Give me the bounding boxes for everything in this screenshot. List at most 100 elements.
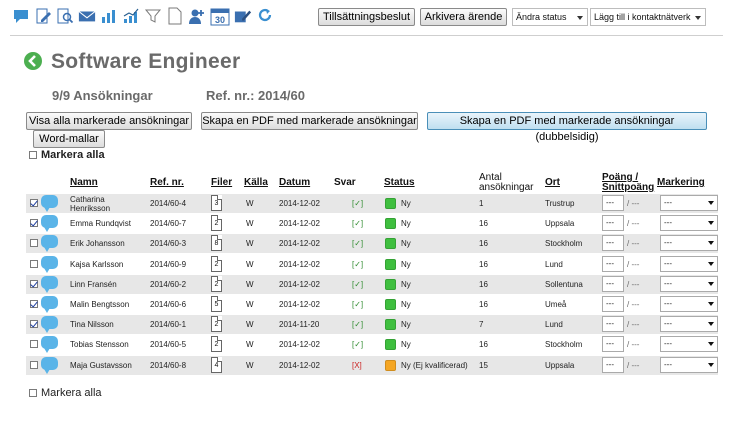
edit-document-icon[interactable] bbox=[34, 6, 52, 26]
marking-select[interactable]: --- bbox=[660, 356, 718, 373]
column-marking[interactable]: Markering bbox=[657, 177, 705, 188]
mark-all-top[interactable]: Markera alla bbox=[29, 149, 105, 161]
table-row[interactable]: Linn Fransén 2014/60-2 2 W 2014-12-02 [✓] Ny 16… bbox=[26, 274, 718, 294]
applicant-name[interactable]: Catharina Henriksson bbox=[70, 194, 145, 213]
mark-all-bottom[interactable]: Markera alla bbox=[29, 387, 102, 399]
points-input[interactable]: --- bbox=[602, 316, 624, 333]
file-icon[interactable]: 2 bbox=[211, 316, 222, 333]
file-icon[interactable]: 4 bbox=[211, 356, 222, 373]
table-row[interactable]: Catharina Henriksson 2014/60-4 3 W 2014-12-0… bbox=[26, 194, 718, 213]
column-files[interactable]: Filer bbox=[211, 177, 232, 188]
points-input[interactable]: --- bbox=[602, 275, 624, 292]
marking-select[interactable]: --- bbox=[660, 275, 718, 292]
row-checkbox[interactable] bbox=[30, 259, 38, 268]
word-templates-button[interactable]: Word-mallar bbox=[33, 130, 105, 148]
show-marked-button[interactable]: Visa alla markerade ansökningar bbox=[26, 112, 192, 130]
message-bubble-icon[interactable] bbox=[41, 356, 58, 374]
applicant-name[interactable]: Tina Nilsson bbox=[70, 315, 145, 334]
marking-select[interactable]: --- bbox=[660, 255, 718, 272]
mark-all-checkbox[interactable] bbox=[29, 151, 37, 159]
applicant-name[interactable]: Maja Gustavsson bbox=[70, 356, 145, 375]
applicant-name[interactable]: Tobias Stensson bbox=[70, 335, 145, 354]
row-checkbox[interactable] bbox=[30, 340, 38, 349]
bar-chart-icon[interactable] bbox=[100, 6, 118, 26]
marking-select[interactable]: --- bbox=[660, 215, 718, 232]
column-source[interactable]: Källa bbox=[244, 177, 268, 188]
applicant-name[interactable]: Kajsa Karlsson bbox=[70, 255, 145, 274]
archive-button[interactable]: Arkivera ärende bbox=[420, 8, 507, 26]
line-chart-icon[interactable] bbox=[122, 6, 140, 26]
message-bubble-icon[interactable] bbox=[41, 275, 58, 293]
create-pdf-button[interactable]: Skapa en PDF med markerade ansökningar bbox=[201, 112, 418, 130]
search-document-icon[interactable] bbox=[56, 6, 74, 26]
calendar-icon[interactable]: 30 bbox=[210, 6, 230, 26]
applicant-name[interactable]: Malin Bengtsson bbox=[70, 295, 145, 314]
message-bubble-icon[interactable] bbox=[41, 336, 58, 354]
marking-select[interactable]: --- bbox=[660, 235, 718, 252]
row-checkbox[interactable] bbox=[30, 320, 38, 329]
row-checkbox[interactable] bbox=[30, 360, 38, 369]
create-pdf-duplex-button[interactable]: Skapa en PDF med markerade ansökningar (… bbox=[427, 112, 707, 143]
column-city[interactable]: Ort bbox=[545, 177, 560, 188]
funnel-icon[interactable] bbox=[144, 6, 162, 26]
marking-select[interactable]: --- bbox=[660, 296, 718, 312]
points-input[interactable]: --- bbox=[602, 235, 624, 252]
blank-document-icon[interactable] bbox=[166, 6, 184, 26]
edit-icon[interactable] bbox=[234, 6, 252, 26]
column-ref[interactable]: Ref. nr. bbox=[150, 177, 184, 188]
row-checkbox[interactable] bbox=[30, 300, 38, 308]
marking-select[interactable]: --- bbox=[660, 316, 718, 333]
chat-icon[interactable] bbox=[12, 6, 30, 26]
row-checkbox[interactable] bbox=[30, 199, 38, 207]
table-row[interactable]: Tina Nilsson 2014/60-1 2 W 2014-11-20 [✓] Ny 7 L… bbox=[26, 315, 718, 335]
marking-select[interactable]: --- bbox=[660, 336, 718, 353]
message-bubble-icon[interactable] bbox=[41, 215, 58, 233]
points-input[interactable]: --- bbox=[602, 195, 624, 211]
table-row[interactable]: Kajsa Karlsson 2014/60-9 2 W 2014-12-02 [✓] Ny… bbox=[26, 255, 718, 274]
message-bubble-icon[interactable] bbox=[41, 255, 58, 273]
file-icon[interactable]: 2 bbox=[211, 255, 222, 272]
points-input[interactable]: --- bbox=[602, 296, 624, 312]
back-arrow-icon[interactable] bbox=[24, 52, 42, 70]
decision-button[interactable]: Tillsättningsbeslut bbox=[318, 8, 415, 26]
contact-network-select[interactable]: Lägg till i kontaktnätverk bbox=[590, 8, 706, 26]
applicant-name[interactable]: Emma Rundqvist bbox=[70, 214, 145, 233]
table-row[interactable]: Maja Gustavsson 2014/60-8 4 W 2014-12-02 [X] N… bbox=[26, 355, 718, 375]
mark-all-checkbox[interactable] bbox=[29, 389, 37, 397]
column-name[interactable]: Namn bbox=[70, 177, 98, 188]
row-checkbox[interactable] bbox=[30, 279, 38, 288]
file-icon[interactable]: 2 bbox=[211, 275, 222, 292]
date-cell: 2014-12-02 bbox=[279, 219, 320, 229]
envelope-icon[interactable] bbox=[78, 6, 96, 26]
column-date[interactable]: Datum bbox=[279, 177, 310, 188]
column-points-line2[interactable]: Snittpoäng bbox=[602, 182, 654, 193]
message-bubble-icon[interactable] bbox=[41, 195, 58, 212]
file-icon[interactable]: 3 bbox=[211, 195, 222, 211]
points-input[interactable]: --- bbox=[602, 356, 624, 373]
file-icon[interactable]: 8 bbox=[211, 235, 222, 252]
applicant-name[interactable]: Linn Fransén bbox=[70, 275, 145, 294]
table-row[interactable]: Emma Rundqvist 2014/60-7 2 W 2014-12-02 [✓] Ny… bbox=[26, 214, 718, 233]
row-checkbox[interactable] bbox=[30, 219, 38, 228]
refresh-icon[interactable] bbox=[256, 6, 274, 26]
points-input[interactable]: --- bbox=[602, 336, 624, 353]
message-bubble-icon[interactable] bbox=[41, 316, 58, 334]
file-icon[interactable]: 2 bbox=[211, 215, 222, 232]
status-cell: Ny bbox=[385, 295, 411, 314]
message-bubble-icon[interactable] bbox=[41, 235, 58, 253]
points-input[interactable]: --- bbox=[602, 215, 624, 232]
applicant-name[interactable]: Erik Johansson bbox=[70, 234, 145, 253]
file-icon[interactable]: 5 bbox=[211, 296, 222, 312]
marking-select[interactable]: --- bbox=[660, 195, 718, 211]
column-status[interactable]: Status bbox=[384, 177, 415, 188]
table-row[interactable]: Malin Bengtsson 2014/60-6 5 W 2014-12-02 [✓] N… bbox=[26, 295, 718, 314]
row-checkbox[interactable] bbox=[30, 239, 38, 248]
points-input[interactable]: --- bbox=[602, 255, 624, 272]
table-row[interactable]: Erik Johansson 2014/60-3 8 W 2014-12-02 [✓] Ny… bbox=[26, 234, 718, 254]
table-row[interactable]: Tobias Stensson 2014/60-5 2 W 2014-12-02 [✓] N… bbox=[26, 335, 718, 354]
add-user-icon[interactable] bbox=[188, 6, 206, 26]
status-select[interactable]: Ändra status bbox=[512, 8, 588, 26]
message-bubble-icon[interactable] bbox=[41, 296, 58, 313]
file-icon[interactable]: 2 bbox=[211, 336, 222, 353]
mark-all-label: Markera alla bbox=[41, 387, 102, 399]
